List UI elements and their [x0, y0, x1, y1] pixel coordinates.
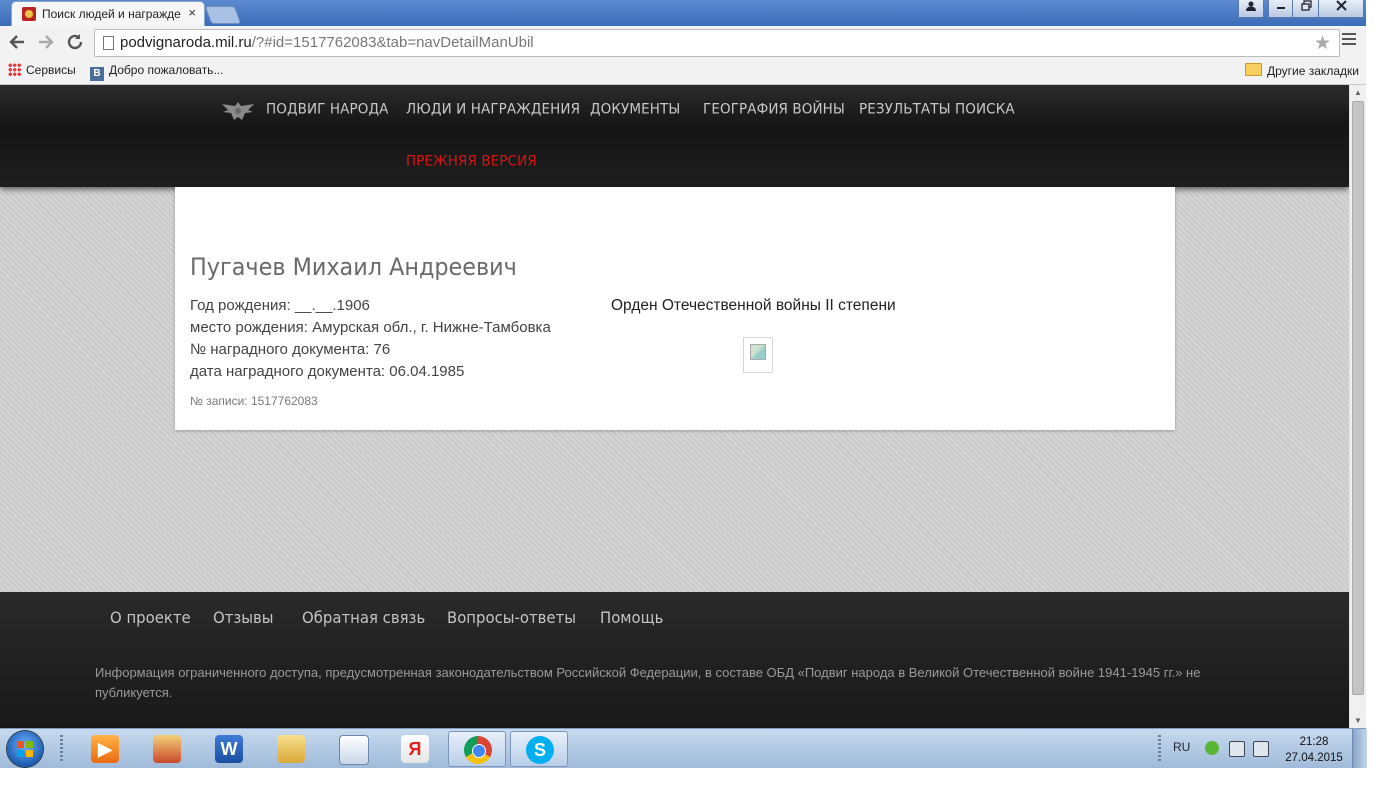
- vk-icon: B: [90, 67, 104, 81]
- url-text[interactable]: podvignaroda.mil.ru/?#id=1517762083&tab=…: [120, 34, 534, 51]
- restore-icon: [1300, 0, 1312, 11]
- language-indicator[interactable]: RU: [1173, 740, 1190, 754]
- taskbar-media-player[interactable]: ▶: [76, 731, 134, 767]
- footer-link-about[interactable]: О проекте: [110, 608, 191, 627]
- document-icon: [339, 735, 369, 765]
- scroll-down-arrow-icon[interactable]: ▼: [1354, 716, 1362, 725]
- word-icon: W: [215, 735, 243, 763]
- minimize-button[interactable]: [1268, 0, 1294, 18]
- browser-tab[interactable]: Поиск людей и награжде ×: [12, 2, 204, 26]
- address-bar[interactable]: podvignaroda.mil.ru/?#id=1517762083&tab=…: [94, 29, 1340, 57]
- site-header: ПОДВИГ НАРОДА ЛЮДИ И НАГРАЖДЕНИЯ ДОКУМЕН…: [0, 85, 1349, 187]
- footer-link-help[interactable]: Помощь: [600, 608, 663, 627]
- bookmark-other[interactable]: Другие закладки: [1245, 63, 1359, 78]
- nav-documents[interactable]: ДОКУМЕНТЫ: [590, 100, 680, 117]
- chrome-icon: [464, 736, 492, 764]
- birth-year: Год рождения: __.__.1906: [190, 297, 370, 314]
- page-viewport: ПОДВИГ НАРОДА ЛЮДИ И НАГРАЖДЕНИЯ ДОКУМЕН…: [0, 85, 1349, 728]
- site-favicon-icon: [22, 7, 36, 21]
- nav-war-geography[interactable]: ГЕОГРАФИЯ ВОЙНЫ: [703, 100, 845, 117]
- scroll-thumb[interactable]: [1352, 101, 1364, 695]
- clock-time: 21:28: [1299, 736, 1329, 748]
- reload-icon: [67, 34, 83, 50]
- restore-button[interactable]: [1292, 0, 1320, 18]
- media-player-icon: ▶: [91, 735, 119, 763]
- back-arrow-icon: [9, 35, 24, 49]
- bookmark-welcome-label: Добро пожаловать...: [109, 63, 224, 77]
- user-icon: [1246, 1, 1256, 11]
- scroll-up-arrow-icon[interactable]: ▲: [1354, 88, 1362, 97]
- yandex-icon: Я: [401, 735, 429, 763]
- award-document-date: дата наградного документа: 06.04.1985: [190, 363, 465, 380]
- nav-people-awards[interactable]: ЛЮДИ И НАГРАЖДЕНИЯ: [406, 100, 580, 117]
- footer-notice: Информация ограниченного доступа, предус…: [95, 665, 1201, 700]
- taskbar-word[interactable]: W: [200, 731, 258, 767]
- windows-taskbar: ▶ W Я S RU 21:28 27.04.2015: [0, 728, 1367, 769]
- browser-toolbar: podvignaroda.mil.ru/?#id=1517762083&tab=…: [0, 26, 1366, 60]
- bookmark-apps[interactable]: Сервисы: [8, 63, 76, 77]
- award-document-number: № наградного документа: 76: [190, 341, 391, 358]
- bookmark-welcome[interactable]: B Добро пожаловать...: [90, 63, 223, 81]
- browser-titlebar: Поиск людей и награжде ×: [0, 0, 1366, 26]
- record-number: № записи: 1517762083: [190, 394, 318, 408]
- skype-icon: S: [526, 736, 554, 764]
- show-desktop-button[interactable]: [1352, 729, 1367, 769]
- screen-bottom-edge: [0, 768, 1380, 788]
- archive-icon: [153, 735, 181, 763]
- taskbar-archive[interactable]: [138, 731, 196, 767]
- chrome-menu-icon[interactable]: [1342, 33, 1356, 48]
- bookmark-other-label: Другие закладки: [1267, 64, 1359, 78]
- taskbar-explorer[interactable]: [262, 731, 320, 767]
- minimize-icon: [1277, 7, 1285, 9]
- close-icon: [1335, 0, 1347, 11]
- bookmark-apps-label: Сервисы: [26, 63, 76, 77]
- bookmark-star-icon[interactable]: ★: [1314, 32, 1331, 55]
- footer-link-reviews[interactable]: Отзывы: [213, 608, 274, 627]
- url-host: podvignaroda.mil.ru: [120, 34, 252, 51]
- screen-edge: [1366, 0, 1380, 788]
- taskbar-skype[interactable]: S: [510, 731, 568, 767]
- bookmarks-bar: Сервисы B Добро пожаловать... Другие закл…: [0, 60, 1366, 85]
- url-path: /?#id=1517762083&tab=navDetailManUbil: [251, 34, 534, 51]
- antivirus-shield-icon[interactable]: [1205, 741, 1219, 755]
- person-name: Пугачев Михаил Андреевич: [190, 253, 517, 281]
- nav-old-version[interactable]: ПРЕЖНЯЯ ВЕРСИЯ: [406, 152, 537, 169]
- nav-search-results[interactable]: РЕЗУЛЬТАТЫ ПОИСКА: [859, 100, 1015, 117]
- footer-link-faq[interactable]: Вопросы-ответы: [447, 608, 576, 627]
- network-icon[interactable]: [1229, 741, 1245, 757]
- site-footer: О проекте Отзывы Обратная связь Вопросы-…: [0, 592, 1349, 728]
- nav-brand[interactable]: ПОДВИГ НАРОДА: [266, 100, 388, 117]
- volume-muted-icon[interactable]: [1253, 741, 1269, 757]
- profile-button[interactable]: [1238, 0, 1264, 18]
- tab-title: Поиск людей и награжде: [42, 7, 181, 21]
- apps-grid-icon: [8, 63, 21, 76]
- birth-place: место рождения: Амурская обл., г. Нижне-…: [190, 319, 551, 336]
- tab-close-icon[interactable]: ×: [188, 5, 196, 20]
- page-icon: [103, 36, 114, 50]
- page-scrollbar[interactable]: ▲ ▼: [1349, 85, 1367, 728]
- taskbar-documents[interactable]: [324, 731, 382, 767]
- start-button[interactable]: [7, 731, 43, 767]
- footer-link-feedback[interactable]: Обратная связь: [302, 608, 425, 627]
- back-button[interactable]: [6, 32, 28, 54]
- eagle-emblem-icon[interactable]: [220, 98, 256, 124]
- clock-date: 27.04.2015: [1285, 752, 1343, 764]
- award-image-placeholder[interactable]: [743, 337, 773, 373]
- taskbar-yandex[interactable]: Я: [386, 731, 444, 767]
- taskbar-grip: [60, 735, 63, 763]
- award-title[interactable]: Орден Отечественной войны II степени: [611, 297, 896, 315]
- forward-button[interactable]: [35, 32, 57, 54]
- tray-grip: [1158, 735, 1161, 763]
- close-window-button[interactable]: [1318, 0, 1364, 18]
- taskbar-chrome[interactable]: [448, 731, 506, 767]
- system-clock[interactable]: 21:28 27.04.2015: [1282, 734, 1346, 766]
- folder-icon: [1245, 63, 1262, 76]
- folder-explorer-icon: [277, 735, 305, 763]
- reload-button[interactable]: [64, 32, 86, 54]
- new-tab-button[interactable]: [204, 6, 242, 24]
- forward-arrow-icon: [39, 35, 54, 49]
- person-card: Пугачев Михаил Андреевич Год рождения: _…: [175, 187, 1175, 430]
